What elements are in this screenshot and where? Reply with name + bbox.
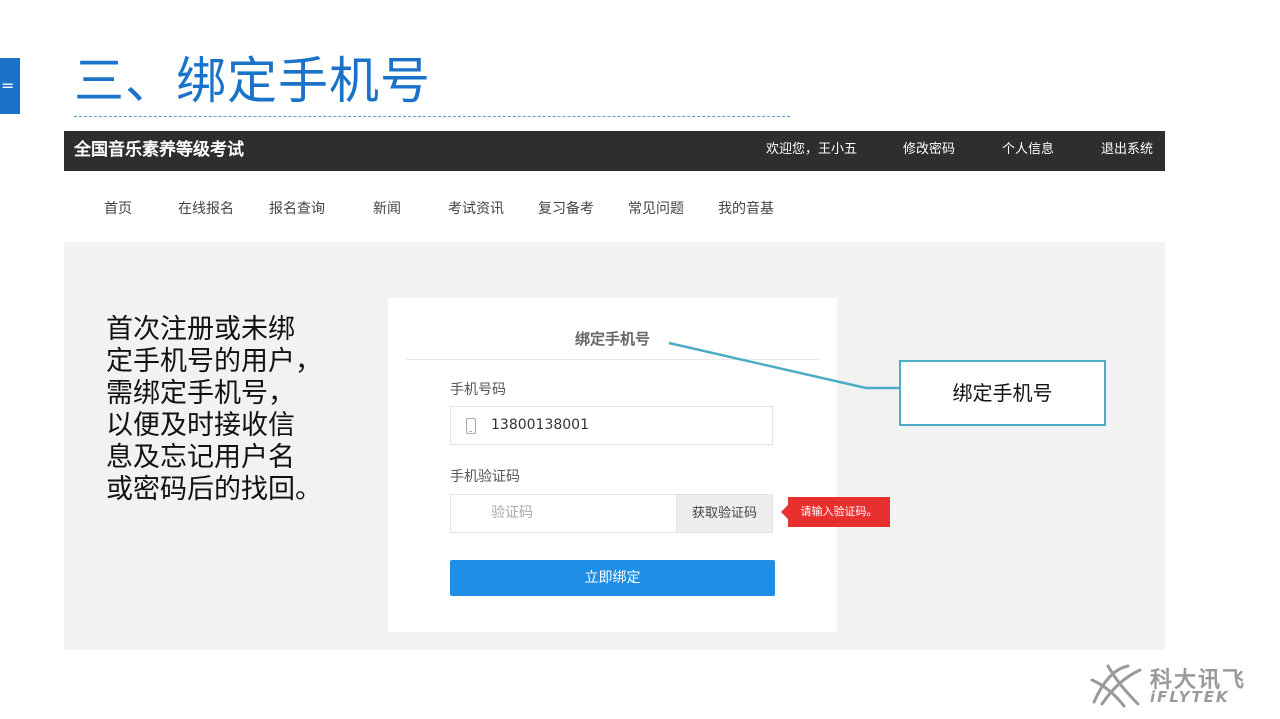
iflytek-logo: 科大讯飞 iFLYTEK bbox=[1088, 660, 1258, 710]
logo-text-en: iFLYTEK bbox=[1150, 688, 1230, 706]
callout-box: 绑定手机号 bbox=[899, 360, 1106, 426]
iflytek-logo-mark-icon bbox=[1090, 664, 1142, 708]
